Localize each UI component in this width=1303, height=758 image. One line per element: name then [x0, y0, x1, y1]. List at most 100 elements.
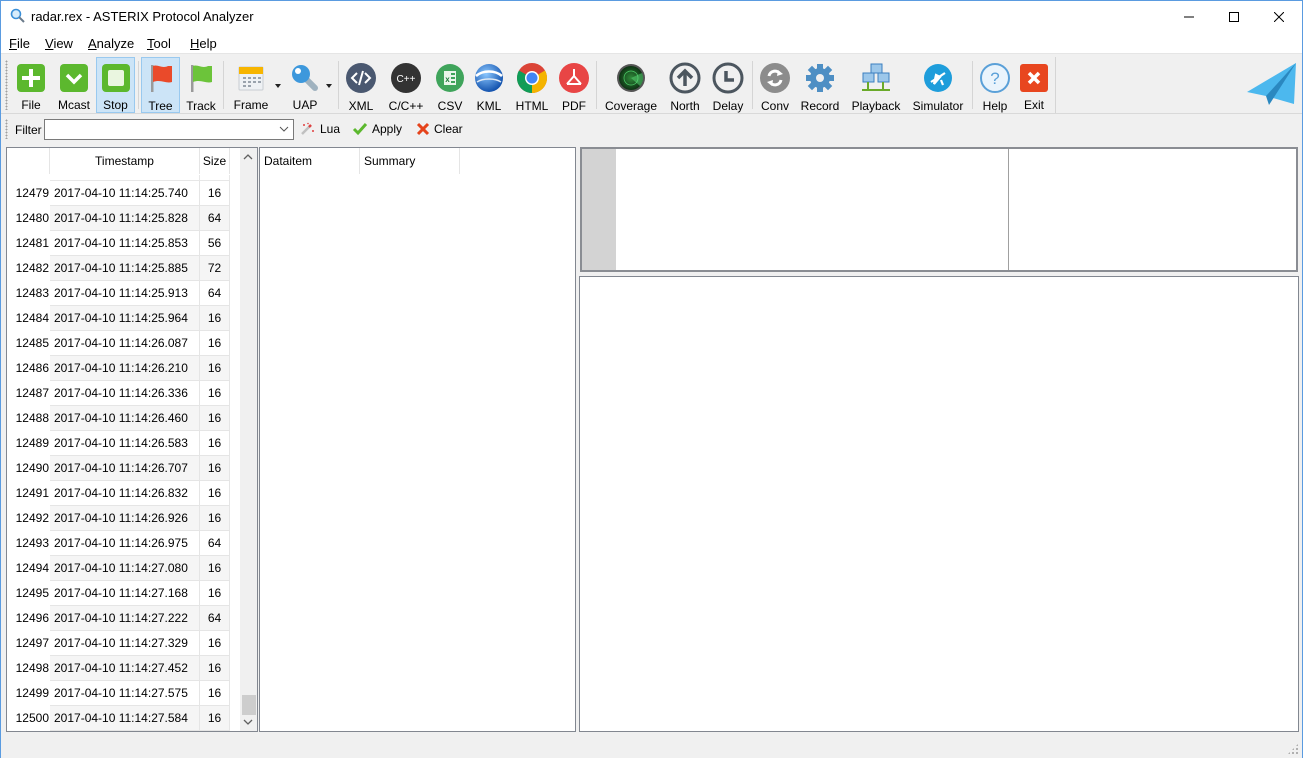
table-row[interactable]: 12488 2017-04-10 11:14:26.460 16	[7, 406, 239, 431]
delay-button[interactable]: Delay	[708, 57, 748, 113]
close-button[interactable]	[1256, 1, 1302, 32]
tree-button[interactable]: Tree	[141, 57, 180, 113]
exit-button[interactable]: Exit	[1016, 57, 1052, 113]
row-size: 16	[200, 506, 230, 531]
simulator-button[interactable]: Simulator	[908, 57, 968, 113]
resize-grip[interactable]	[1287, 743, 1299, 755]
clear-button[interactable]: Clear	[416, 122, 463, 136]
scrollbar-thumb[interactable]	[242, 695, 256, 715]
column-header-summary[interactable]: Summary	[360, 148, 460, 174]
uap-button[interactable]: UAP	[285, 57, 325, 113]
packet-list-scrollbar[interactable]	[240, 148, 257, 731]
table-row[interactable]: 12491 2017-04-10 11:14:26.832 16	[7, 481, 239, 506]
file-button[interactable]: File	[12, 57, 50, 113]
filter-input[interactable]	[44, 119, 294, 140]
hex-view[interactable]	[580, 147, 1298, 272]
north-button[interactable]: North	[665, 57, 705, 113]
scroll-down-icon[interactable]	[243, 718, 253, 726]
row-number: 12489	[15, 436, 49, 450]
coverage-button[interactable]: Coverage	[602, 57, 660, 113]
map-view[interactable]	[579, 276, 1299, 732]
playback-button[interactable]: Playback	[849, 57, 903, 113]
csv-button[interactable]: x CSV	[433, 57, 467, 113]
row-size: 16	[200, 181, 230, 206]
table-row[interactable]: 12490 2017-04-10 11:14:26.707 16	[7, 456, 239, 481]
window-title: radar.rex - ASTERIX Protocol Analyzer	[31, 9, 254, 24]
table-row[interactable]: 12479 2017-04-10 11:14:25.740 16	[7, 181, 239, 206]
row-timestamp: 2017-04-10 11:14:25.740	[50, 181, 200, 206]
track-button[interactable]: Track	[183, 57, 219, 113]
table-row[interactable]: 12496 2017-04-10 11:14:27.222 64	[7, 606, 239, 631]
row-timestamp: 2017-04-10 11:14:27.452	[50, 656, 200, 681]
table-row[interactable]: 12493 2017-04-10 11:14:26.975 64	[7, 531, 239, 556]
scroll-up-icon[interactable]	[243, 153, 253, 161]
row-timestamp: 2017-04-10 11:14:25.913	[50, 281, 200, 306]
clear-x-icon	[416, 122, 430, 136]
toolbar-separator	[596, 61, 597, 109]
hex-offset-gutter	[582, 149, 616, 270]
table-row[interactable]: 12480 2017-04-10 11:14:25.828 64	[7, 206, 239, 231]
row-timestamp: 2017-04-10 11:14:26.336	[50, 381, 200, 406]
row-size: 64	[200, 281, 230, 306]
row-timestamp: 2017-04-10 11:14:27.080	[50, 556, 200, 581]
table-row[interactable]: 12483 2017-04-10 11:14:25.913 64	[7, 281, 239, 306]
menu-file-rest: ile	[16, 36, 30, 51]
table-row[interactable]: 12497 2017-04-10 11:14:27.329 16	[7, 631, 239, 656]
row-number: 12500	[15, 711, 49, 725]
maximize-button[interactable]	[1211, 1, 1257, 32]
xml-button[interactable]: XML	[342, 57, 380, 113]
uap-dropdown-arrow[interactable]	[326, 84, 332, 88]
toolbar-grip[interactable]	[5, 60, 8, 110]
toolbar-separator	[972, 61, 973, 109]
row-number: 12485	[15, 336, 49, 350]
minimize-button[interactable]	[1166, 1, 1212, 32]
mcast-button[interactable]: Mcast	[54, 57, 94, 113]
filterbar-grip[interactable]	[5, 119, 8, 139]
pdf-button[interactable]: PDF	[557, 57, 591, 113]
kml-button[interactable]: KML	[472, 57, 506, 113]
stop-button[interactable]: Stop	[96, 57, 135, 113]
column-header-timestamp[interactable]: Timestamp	[50, 148, 200, 174]
row-size: 16	[200, 456, 230, 481]
row-number: 12480	[15, 211, 49, 225]
table-row[interactable]: 12499 2017-04-10 11:14:27.575 16	[7, 681, 239, 706]
column-header-dataitem[interactable]: Dataitem	[260, 148, 360, 174]
menu-analyze[interactable]: Analyze	[88, 36, 134, 51]
table-row[interactable]: 12486 2017-04-10 11:14:26.210 16	[7, 356, 239, 381]
row-timestamp: 2017-04-10 11:14:26.832	[50, 481, 200, 506]
html-button[interactable]: HTML	[511, 57, 553, 113]
table-row[interactable]: 12498 2017-04-10 11:14:27.452 16	[7, 656, 239, 681]
cpp-button[interactable]: C++ C/C++	[385, 57, 427, 113]
table-row[interactable]: 12495 2017-04-10 11:14:27.168 16	[7, 581, 239, 606]
row-size: 64	[200, 531, 230, 556]
table-row[interactable]: 12482 2017-04-10 11:14:25.885 72	[7, 256, 239, 281]
status-bar	[1, 734, 1302, 758]
table-row[interactable]: 12489 2017-04-10 11:14:26.583 16	[7, 431, 239, 456]
toolbar-separator	[752, 61, 753, 109]
apply-button[interactable]: Apply	[352, 122, 402, 136]
frame-button[interactable]: Frame	[229, 57, 273, 113]
table-row[interactable]: 12494 2017-04-10 11:14:27.080 16	[7, 556, 239, 581]
row-size: 56	[200, 231, 230, 256]
row-number: 12484	[15, 311, 49, 325]
record-button[interactable]: Record	[798, 57, 842, 113]
table-row[interactable]: 12485 2017-04-10 11:14:26.087 16	[7, 331, 239, 356]
frame-dropdown-arrow[interactable]	[275, 84, 281, 88]
help-button[interactable]: ? Help	[977, 57, 1013, 113]
plus-icon	[15, 62, 47, 93]
menu-view[interactable]: View	[45, 36, 73, 51]
table-row[interactable]: 12500 2017-04-10 11:14:27.584 16	[7, 706, 239, 731]
lua-button[interactable]: Lua	[300, 122, 340, 136]
table-row[interactable]: 12481 2017-04-10 11:14:25.853 56	[7, 231, 239, 256]
menu-help[interactable]: Help	[190, 36, 217, 51]
table-row[interactable]: 12487 2017-04-10 11:14:26.336 16	[7, 381, 239, 406]
column-header-size[interactable]: Size	[200, 148, 230, 174]
table-row[interactable]: 12492 2017-04-10 11:14:26.926 16	[7, 506, 239, 531]
dataitem-tree[interactable]: Dataitem Summary	[259, 147, 576, 732]
column-header-number[interactable]	[7, 148, 50, 174]
packet-list[interactable]: Timestamp Size 12479 2017-04-10 11:14:25.…	[6, 147, 258, 732]
table-row[interactable]: 12484 2017-04-10 11:14:25.964 16	[7, 306, 239, 331]
conv-button[interactable]: Conv	[757, 57, 793, 113]
menu-file[interactable]: File	[9, 36, 30, 51]
menu-tool[interactable]: Tool	[147, 36, 171, 51]
